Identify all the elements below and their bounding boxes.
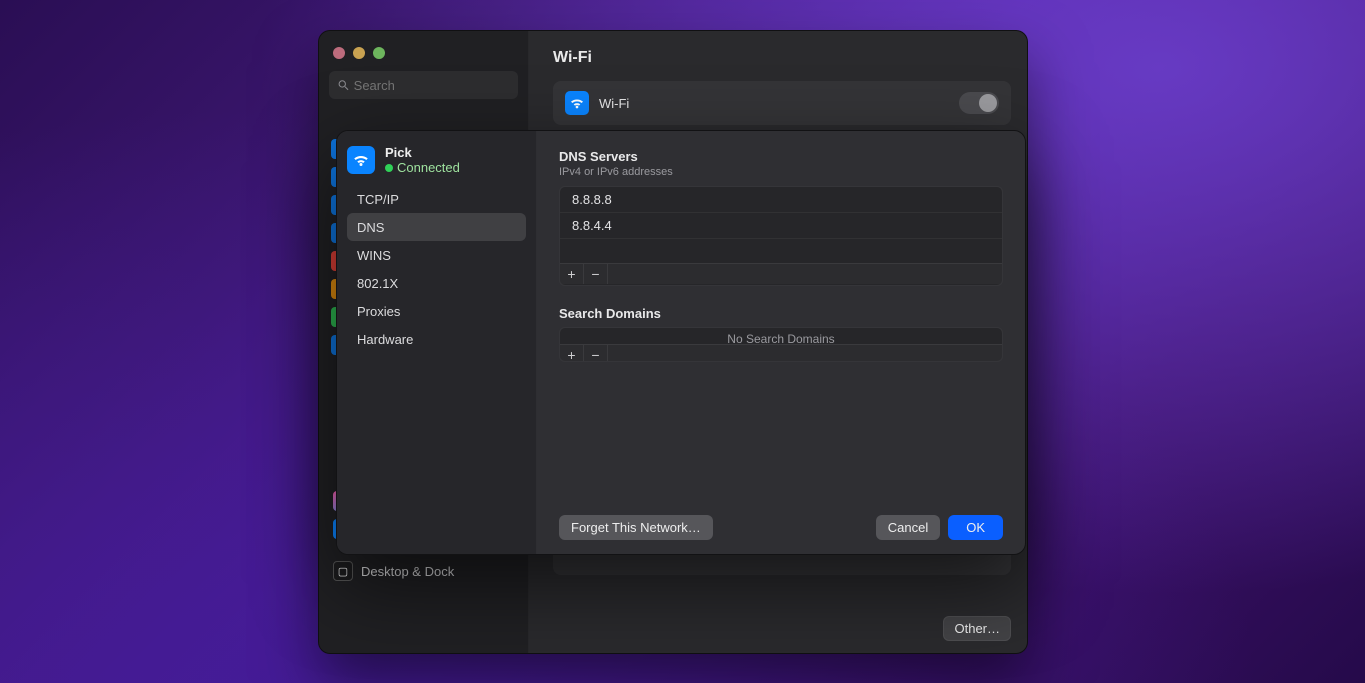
dns-server-row[interactable]: 8.8.4.4 xyxy=(560,213,1002,239)
dns-servers-list[interactable]: 8.8.8.8 8.8.4.4 + − xyxy=(559,186,1003,286)
search-icon xyxy=(337,78,350,92)
wifi-icon xyxy=(565,91,589,115)
network-name: Pick xyxy=(385,145,460,160)
connection-status: Connected xyxy=(385,160,460,175)
ok-button[interactable]: OK xyxy=(948,515,1003,540)
wifi-status-card: Wi-Fi xyxy=(553,81,1011,125)
wifi-label: Wi-Fi xyxy=(599,96,629,111)
other-networks-button[interactable]: Other… xyxy=(943,616,1011,641)
cancel-button[interactable]: Cancel xyxy=(876,515,940,540)
remove-dns-button[interactable]: − xyxy=(584,264,608,284)
modal-footer: Forget This Network… Cancel OK xyxy=(559,515,1003,540)
search-domains-title: Search Domains xyxy=(559,306,1003,321)
tab-dns[interactable]: DNS xyxy=(347,213,526,241)
search-input[interactable] xyxy=(354,78,510,93)
sidebar-item-desktop[interactable]: ▢ Desktop & Dock xyxy=(327,557,520,585)
window-controls xyxy=(319,37,528,67)
dns-server-row[interactable]: 8.8.8.8 xyxy=(560,187,1002,213)
wifi-toggle[interactable] xyxy=(959,92,999,114)
wifi-icon xyxy=(347,146,375,174)
close-window-button[interactable] xyxy=(333,47,345,59)
zoom-window-button[interactable] xyxy=(373,47,385,59)
desktop-icon: ▢ xyxy=(333,561,353,581)
tab-hardware[interactable]: Hardware xyxy=(347,325,526,353)
status-dot-icon xyxy=(385,164,393,172)
modal-header: Pick Connected xyxy=(347,145,526,175)
sidebar-search[interactable] xyxy=(329,71,518,99)
tab-proxies[interactable]: Proxies xyxy=(347,297,526,325)
dns-list-toolbar: + − xyxy=(560,263,1002,284)
network-details-modal: Pick Connected TCP/IP DNS WINS 802.1X Pr… xyxy=(336,130,1026,555)
modal-main: DNS Servers IPv4 or IPv6 addresses 8.8.8… xyxy=(537,131,1025,554)
page-title: Wi-Fi xyxy=(553,49,1011,67)
sidebar-item-label: Desktop & Dock xyxy=(361,564,454,579)
add-dns-button[interactable]: + xyxy=(560,264,584,284)
search-domains-list[interactable]: No Search Domains + − xyxy=(559,327,1003,362)
add-domain-button[interactable]: + xyxy=(560,345,584,362)
dns-servers-subtitle: IPv4 or IPv6 addresses xyxy=(559,166,1003,178)
remove-domain-button[interactable]: − xyxy=(584,345,608,362)
modal-sidebar: Pick Connected TCP/IP DNS WINS 802.1X Pr… xyxy=(337,131,537,554)
tab-wins[interactable]: WINS xyxy=(347,241,526,269)
search-domains-toolbar: + − xyxy=(560,344,1002,362)
dns-servers-title: DNS Servers xyxy=(559,149,1003,164)
tab-8021x[interactable]: 802.1X xyxy=(347,269,526,297)
forget-network-button[interactable]: Forget This Network… xyxy=(559,515,713,540)
tab-tcpip[interactable]: TCP/IP xyxy=(347,185,526,213)
minimize-window-button[interactable] xyxy=(353,47,365,59)
